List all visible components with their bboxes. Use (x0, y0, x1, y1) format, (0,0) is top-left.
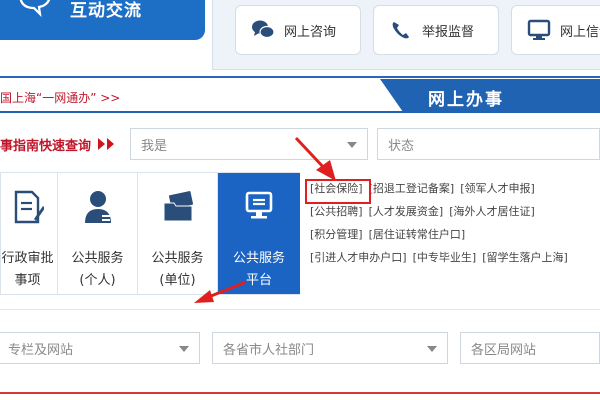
monitor-icon (245, 191, 273, 219)
document-edit-icon (14, 190, 44, 224)
online-consult-button[interactable]: 网上咨询 (235, 5, 361, 55)
bottom-accent-line (0, 392, 600, 394)
provincial-departments-value: 各省市人社部门 (223, 342, 315, 358)
column-sites-value: 专栏及网站 (8, 342, 74, 358)
link-row: [引进人才申办户口] [中专毕业生] [留学生落户上海] (310, 249, 600, 272)
link-overseas-permit[interactable]: [海外人才居住证] (449, 205, 535, 218)
service-tiles: 行政审批 事项 公共服务 (个人) 公共服务 (单位) 公共服务 平台 (0, 172, 300, 295)
online-consult-label: 网上咨询 (284, 24, 337, 40)
double-arrow-icon (98, 138, 114, 150)
tile-public-service-personal[interactable]: 公共服务 (个人) (58, 173, 138, 294)
section-tab-label: 网上办事 (428, 90, 504, 110)
link-leading-talent[interactable]: [领军人才申报] (460, 182, 535, 195)
link-row: [公共招聘] [人才发展资金] [海外人才居住证] (310, 203, 600, 226)
online-petition-label: 网上信访 (560, 24, 600, 40)
tile-public-service-unit[interactable]: 公共服务 (单位) (138, 173, 218, 294)
status-select-value: 状态 (388, 138, 415, 154)
section-underline (0, 111, 600, 113)
person-icon (84, 191, 111, 223)
tile-unit-line2: (单位) (159, 273, 196, 288)
report-supervise-label: 举报监督 (422, 24, 475, 40)
section-tab-online-service: 网上办事 (380, 79, 600, 112)
online-petition-button[interactable]: 网上信访 (511, 5, 600, 55)
identity-select[interactable]: 我是 (130, 128, 368, 160)
hudong-banner: 互动交流 (0, 0, 205, 40)
highlight-box (305, 179, 371, 204)
tile-platform-line2: 平台 (245, 273, 272, 288)
link-talent-hukou[interactable]: [引进人才申办户口] (310, 251, 407, 264)
link-returnee-settle[interactable]: [留学生落户上海] (482, 251, 568, 264)
link-residence-conversion[interactable]: [居住证转常住户口] (369, 228, 466, 241)
tile-unit-line1: 公共服务 (151, 251, 204, 266)
tile-admin-approval-line2: 事项 (14, 273, 41, 288)
hudong-title: 互动交流 (70, 1, 142, 21)
tile-admin-approval-line1: 行政审批 (1, 251, 54, 266)
top-action-panel: 网上咨询 举报监督 网上信访 (212, 0, 600, 70)
chat-icon (250, 17, 276, 43)
tile-platform-line1: 公共服务 (232, 251, 285, 266)
tile-personal-line1: 公共服务 (71, 251, 124, 266)
chevron-down-icon (347, 142, 357, 148)
identity-select-value: 我是 (141, 138, 168, 154)
chat-bubbles-icon (19, 0, 51, 18)
quick-lookup-label: 事指南快速查询 (0, 139, 92, 154)
tile-admin-approval[interactable]: 行政审批 事项 (0, 173, 58, 294)
breadcrumb[interactable]: 国上海“一网通办” >> (0, 89, 120, 106)
monitor-icon (526, 17, 552, 43)
link-points-management[interactable]: [积分管理] (310, 228, 363, 241)
top-divider (0, 76, 600, 78)
district-sites-select[interactable]: 各区局网站 (460, 332, 600, 364)
link-row: [积分管理] [居住证转常住户口] (310, 226, 600, 249)
chevron-down-icon (427, 346, 437, 352)
link-talent-fund[interactable]: [人才发展资金] (369, 205, 444, 218)
middle-divider (0, 309, 600, 310)
link-hire-registration[interactable]: [招退工登记备案] (369, 182, 455, 195)
tile-public-service-platform[interactable]: 公共服务 平台 (218, 173, 300, 294)
provincial-departments-select[interactable]: 各省市人社部门 (212, 332, 448, 364)
status-select[interactable]: 状态 (377, 128, 600, 160)
phone-icon (388, 17, 414, 43)
link-public-recruit[interactable]: [公共招聘] (310, 205, 363, 218)
chevron-down-icon (179, 346, 189, 352)
district-sites-value: 各区局网站 (471, 342, 537, 358)
link-vocational-graduate[interactable]: [中专毕业生] (413, 251, 477, 264)
column-sites-select[interactable]: 专栏及网站 (0, 332, 200, 364)
page-root: 互动交流 网上咨询 举报监督 网上信 国上海“一网通办” >> 网上办事 事指南… (0, 0, 600, 400)
tile-personal-line2: (个人) (79, 273, 116, 288)
report-supervise-button[interactable]: 举报监督 (373, 5, 499, 55)
folder-card-icon (163, 191, 193, 222)
